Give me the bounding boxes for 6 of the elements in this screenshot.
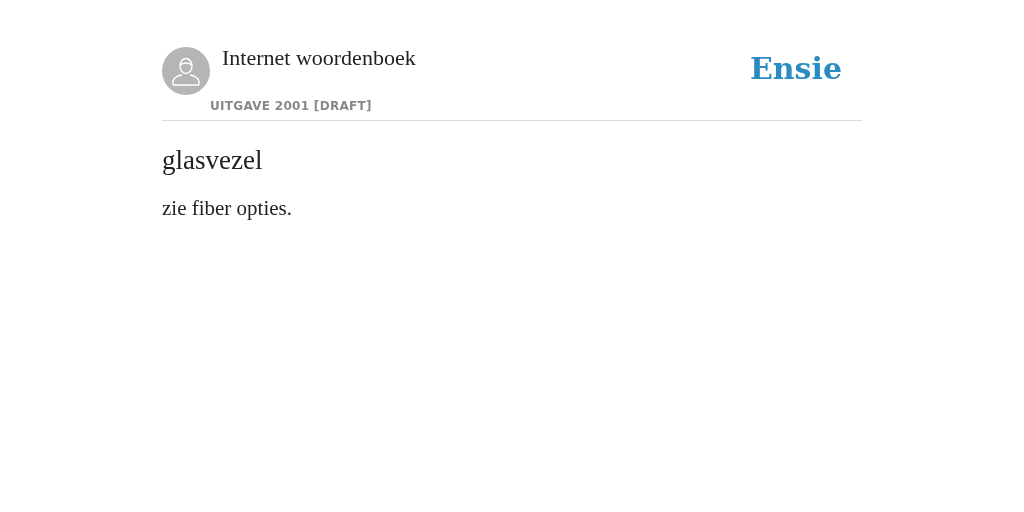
site-title: Internet woordenboek (222, 45, 416, 71)
avatar-icon (162, 47, 210, 95)
entry-title: glasvezel (162, 145, 264, 176)
site-logo[interactable]: Ensie (749, 51, 842, 114)
edition-label: UITGAVE 2001 [DRAFT] (210, 99, 372, 113)
entry-definition: zie fiber opties. (162, 196, 294, 221)
